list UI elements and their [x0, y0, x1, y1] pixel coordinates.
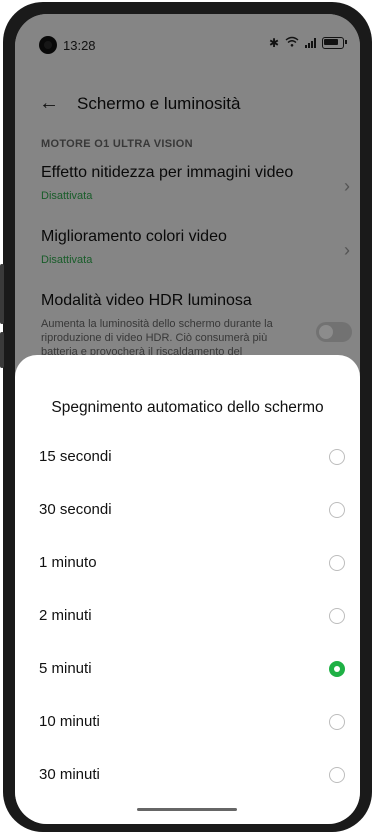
option-1-minute[interactable]: 1 minuto — [15, 540, 360, 590]
option-label: 2 minuti — [39, 607, 92, 624]
phone-frame: 13:28 ✱ ← Schermo e luminosità MOTORE O1… — [0, 2, 372, 832]
option-30-seconds[interactable]: 30 secondi — [15, 487, 360, 537]
power-button — [0, 332, 4, 368]
option-label: 15 secondi — [39, 448, 112, 465]
sheet-title: Spegnimento automatico dello schermo — [51, 399, 324, 416]
radio-button[interactable] — [329, 608, 345, 624]
radio-button[interactable] — [329, 555, 345, 571]
option-label: 1 minuto — [39, 554, 97, 571]
option-label: 30 minuti — [39, 766, 100, 783]
option-30-minutes[interactable]: 30 minuti — [15, 752, 360, 802]
radio-button[interactable] — [329, 714, 345, 730]
option-5-minutes[interactable]: 5 minuti — [15, 646, 360, 696]
screen: 13:28 ✱ ← Schermo e luminosità MOTORE O1… — [15, 14, 360, 824]
option-15-seconds[interactable]: 15 secondi — [15, 434, 360, 484]
radio-button[interactable] — [329, 767, 345, 783]
option-label: 30 secondi — [39, 501, 112, 518]
radio-button[interactable] — [329, 449, 345, 465]
option-2-minutes[interactable]: 2 minuti — [15, 593, 360, 643]
option-10-minutes[interactable]: 10 minuti — [15, 699, 360, 749]
volume-button — [0, 264, 4, 324]
radio-button-selected[interactable] — [329, 661, 345, 677]
option-label: 5 minuti — [39, 660, 92, 677]
home-indicator[interactable] — [137, 808, 237, 811]
option-label: 10 minuti — [39, 713, 100, 730]
bottom-sheet: Spegnimento automatico dello schermo 15 … — [15, 355, 360, 824]
radio-button[interactable] — [329, 502, 345, 518]
